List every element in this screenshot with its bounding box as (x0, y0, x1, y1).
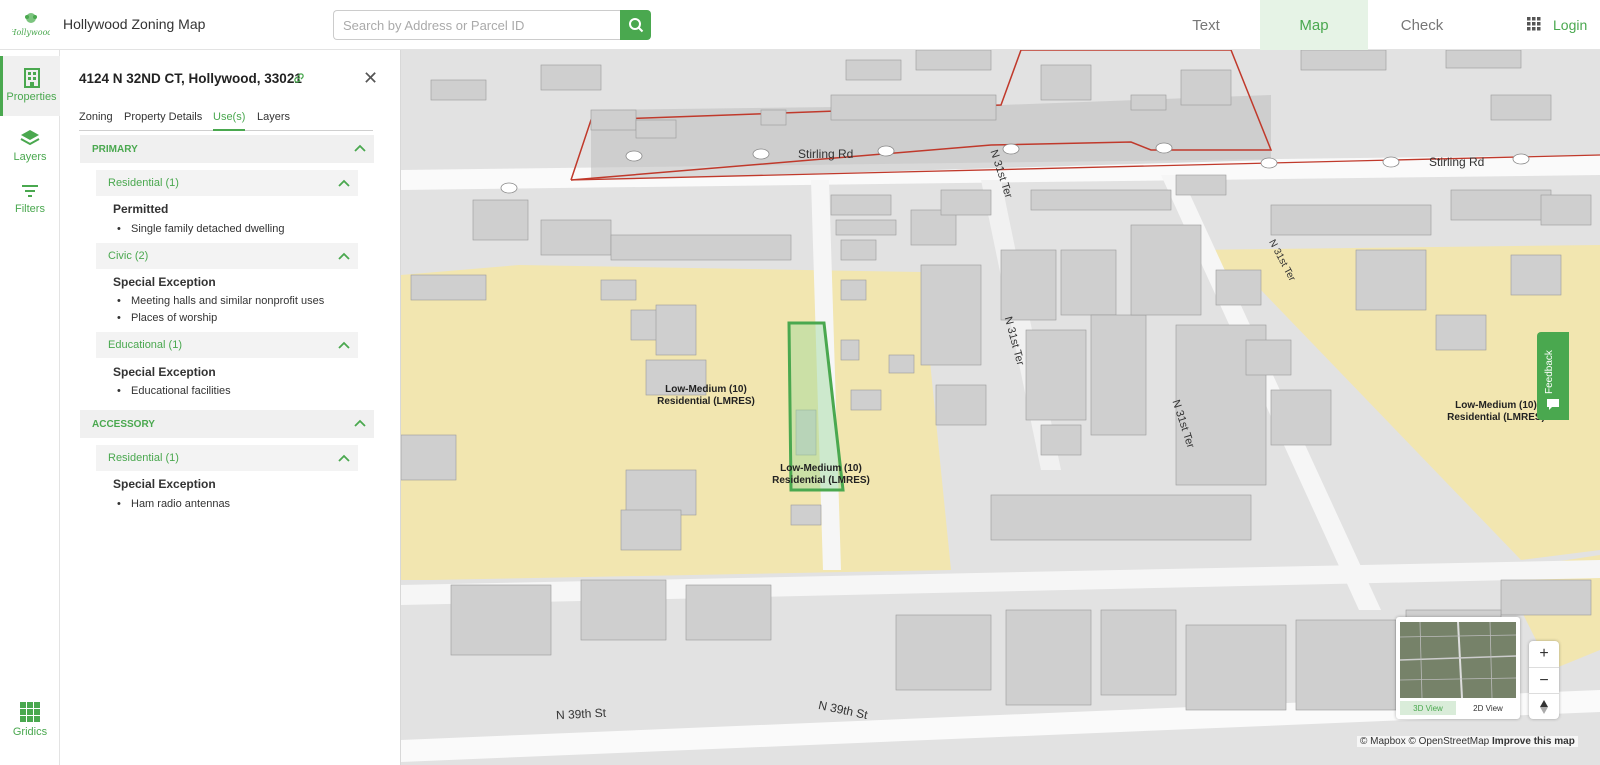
use-item: Meeting halls and similar nonprofit uses (117, 295, 324, 307)
zone-label: Low-Medium (10) Residential (LMRES) (657, 384, 755, 407)
filter-icon (22, 185, 38, 197)
street-label: Stirling Rd (798, 147, 854, 161)
gridics-logo-icon (20, 702, 40, 722)
use-type-label: Special Exception (113, 477, 216, 491)
svg-text:Hollywood: Hollywood (12, 28, 50, 37)
tab-check[interactable]: Check (1368, 0, 1476, 50)
group-residential-label: Residential (1) (108, 177, 179, 189)
gridics-label: Gridics (12, 726, 48, 738)
rail-properties[interactable]: Properties (0, 56, 60, 116)
satellite-thumbnail (1400, 622, 1516, 698)
tab-text[interactable]: Text (1152, 0, 1260, 50)
use-item: Ham radio antennas (117, 498, 230, 510)
link-icon[interactable] (293, 71, 305, 89)
chevron-up-icon (338, 341, 350, 349)
section-accessory-label: ACCESSORY (92, 419, 155, 430)
group-residential[interactable]: Residential (1) (96, 170, 358, 196)
zoom-out-button[interactable]: − (1529, 667, 1559, 693)
rail-layers-label: Layers (13, 151, 47, 163)
feedback-button[interactable]: Feedback (1537, 332, 1569, 420)
map-attribution: © Mapbox © OpenStreetMap Improve this ma… (1357, 736, 1578, 747)
zoom-controls: + − (1529, 641, 1559, 719)
chevron-up-icon (338, 454, 350, 462)
use-type-label: Permitted (113, 202, 169, 216)
rail-filters[interactable]: Filters (0, 170, 60, 230)
layers-icon (20, 130, 40, 146)
use-type-label: Special Exception (113, 275, 216, 289)
building-icon (23, 68, 40, 88)
chevron-up-icon (354, 144, 366, 152)
tab-zoning[interactable]: Zoning (79, 111, 113, 131)
group-accessory-residential[interactable]: Residential (1) (96, 445, 358, 471)
tab-uses[interactable]: Use(s) (213, 111, 246, 131)
use-item: Places of worship (117, 312, 217, 324)
tab-property-details[interactable]: Property Details (124, 111, 202, 131)
property-panel: 4124 N 32ND CT, Hollywood, 33021 ✕ Zonin… (61, 50, 401, 765)
rail-layers[interactable]: Layers (0, 116, 60, 176)
chevron-up-icon (338, 252, 350, 260)
group-accessory-residential-label: Residential (1) (108, 452, 179, 464)
group-educational-label: Educational (1) (108, 339, 182, 351)
apps-grid-icon[interactable] (1527, 17, 1541, 31)
login-link[interactable]: Login (1553, 17, 1587, 33)
search-icon (628, 18, 643, 33)
compass-button[interactable] (1529, 693, 1559, 719)
attribution-text[interactable]: © Mapbox © OpenStreetMap (1360, 736, 1489, 747)
compass-icon (1540, 699, 1548, 714)
gridics-button[interactable]: Gridics (0, 702, 60, 752)
2d-view-button[interactable]: 2D View (1460, 701, 1516, 715)
tab-map[interactable]: Map (1260, 0, 1368, 50)
street-label: N 39th St (555, 705, 607, 723)
tab-layers[interactable]: Layers (257, 111, 290, 131)
group-civic-label: Civic (2) (108, 250, 149, 262)
3d-view-button[interactable]: 3D View (1400, 701, 1456, 715)
close-icon[interactable]: ✕ (363, 68, 378, 89)
chevron-up-icon (338, 179, 350, 187)
group-civic[interactable]: Civic (2) (96, 243, 358, 269)
use-item: Single family detached dwelling (117, 223, 285, 235)
section-primary[interactable]: PRIMARY (80, 135, 374, 163)
improve-map-link[interactable]: Improve this map (1492, 736, 1575, 747)
chat-icon (1547, 399, 1559, 410)
zone-label: Low-Medium (10) Residential (LMRES) (772, 463, 870, 486)
search-bar (333, 10, 651, 40)
rail-properties-label: Properties (6, 91, 57, 103)
search-button[interactable] (620, 10, 651, 40)
property-address: 4124 N 32ND CT, Hollywood, 33021 (79, 71, 302, 86)
app-header: Hollywood Hollywood Zoning Map Text Map … (0, 0, 1600, 50)
use-type-label: Special Exception (113, 365, 216, 379)
section-primary-label: PRIMARY (92, 144, 138, 155)
section-accessory[interactable]: ACCESSORY (80, 410, 374, 438)
panel-tabs: Zoning Property Details Use(s) Layers (79, 111, 373, 131)
minimap[interactable]: 3D View 2D View (1396, 617, 1520, 719)
hollywood-logo[interactable]: Hollywood (8, 10, 53, 40)
left-rail: Properties Layers Filters (0, 50, 60, 765)
search-input[interactable] (333, 10, 620, 40)
rail-filters-label: Filters (15, 203, 45, 215)
zoom-in-button[interactable]: + (1529, 641, 1559, 667)
chevron-up-icon (354, 419, 366, 427)
group-educational[interactable]: Educational (1) (96, 332, 358, 358)
street-label: Stirling Rd (1429, 155, 1485, 169)
app-title: Hollywood Zoning Map (63, 16, 206, 32)
zone-label: Low-Medium (10) Residential (LMRES) (1447, 400, 1545, 423)
use-item: Educational facilities (117, 385, 231, 397)
feedback-label: Feedback (1544, 350, 1555, 394)
